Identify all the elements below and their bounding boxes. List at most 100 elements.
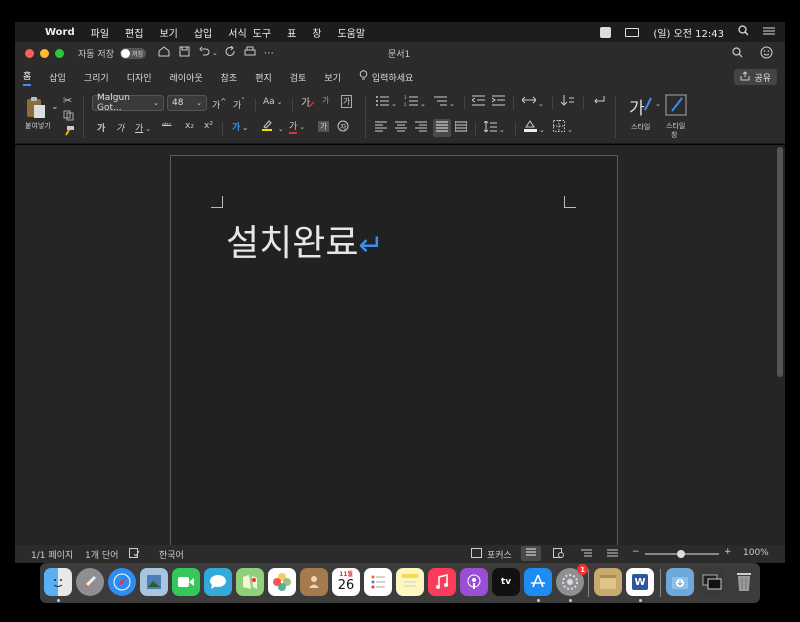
notes-icon[interactable] xyxy=(396,568,424,596)
home-icon[interactable] xyxy=(158,46,170,60)
web-layout-view-icon[interactable] xyxy=(553,548,564,561)
redo-icon[interactable] xyxy=(225,45,236,60)
menu-tools[interactable]: 도구 xyxy=(253,25,271,40)
line-spacing-icon[interactable]: ⌄ xyxy=(483,120,505,135)
menu-help[interactable]: 도움말 xyxy=(337,25,365,40)
shading-icon[interactable]: ⌄ xyxy=(524,120,545,135)
focus-label[interactable]: 포커스 xyxy=(487,548,512,561)
apple-tv-icon[interactable]: tv xyxy=(492,568,520,596)
strikethrough-button[interactable]: ᵃᵇᶜ xyxy=(162,121,172,130)
share-button[interactable]: 공유 xyxy=(734,69,777,85)
save-icon[interactable] xyxy=(179,46,190,60)
menu-edit[interactable]: 편집 xyxy=(125,25,143,40)
decrease-indent-icon[interactable] xyxy=(471,95,485,109)
document-page[interactable]: 설치완료↵ xyxy=(170,155,618,545)
tab-mailings[interactable]: 편지 xyxy=(255,71,272,84)
tab-view[interactable]: 보기 xyxy=(324,71,341,84)
asian-layout-icon[interactable]: ⌄ xyxy=(521,95,544,109)
zoom-slider[interactable] xyxy=(645,550,719,558)
launchpad-icon[interactable] xyxy=(76,568,104,596)
menu-clock[interactable]: (일) 오전 12:43 xyxy=(653,25,724,40)
minimize-window-button[interactable] xyxy=(40,48,49,58)
subscript-button[interactable]: x₂ xyxy=(185,121,194,131)
word-count[interactable]: 1개 단어 xyxy=(85,548,118,561)
tab-home[interactable]: 홈 xyxy=(23,69,32,86)
underline-button[interactable]: 가 ⌄ xyxy=(135,121,151,134)
font-color-button[interactable]: 가 ⌄ xyxy=(289,119,305,134)
control-center-icon[interactable] xyxy=(763,26,775,39)
tab-draw[interactable]: 그리기 xyxy=(84,71,109,84)
document-text[interactable]: 설치완료↵ xyxy=(226,214,384,266)
system-preferences-icon[interactable]: 1 xyxy=(556,564,588,596)
styles-pane-button[interactable]: 스타일 창 xyxy=(665,94,689,140)
grow-font-button[interactable]: 가^ xyxy=(212,97,227,111)
font-size-dropdown[interactable]: 48 ⌄ xyxy=(167,95,207,111)
input-source-icon[interactable] xyxy=(600,26,612,38)
language-indicator[interactable]: 한국어 xyxy=(159,548,184,561)
highlight-color-icon[interactable]: ⌄ xyxy=(261,119,284,134)
more-commands-icon[interactable]: ⋯ xyxy=(264,48,274,59)
facetime-icon[interactable] xyxy=(172,568,200,596)
preview-icon[interactable] xyxy=(140,568,168,596)
increase-indent-icon[interactable] xyxy=(491,95,505,109)
font-name-dropdown[interactable]: Malgun Got... ⌄ xyxy=(92,93,164,113)
page-count[interactable]: 1/1 페이지 xyxy=(31,548,73,561)
undo-dropdown-chevron-icon[interactable]: ⌄ xyxy=(212,49,218,57)
character-shading-button[interactable]: 가 xyxy=(318,121,330,132)
spotlight-search-icon[interactable] xyxy=(738,25,749,39)
tab-design[interactable]: 디자인 xyxy=(127,71,152,84)
tab-layout[interactable]: 레이아웃 xyxy=(170,71,203,84)
copy-icon[interactable] xyxy=(63,110,74,124)
screenshot-folder-icon[interactable] xyxy=(698,568,726,596)
text-effects-icon[interactable]: 가 ⌄ xyxy=(232,120,248,133)
outline-view-icon[interactable] xyxy=(581,548,592,561)
app-store-icon[interactable] xyxy=(524,568,552,596)
enclose-characters-button[interactable]: 가 xyxy=(341,95,353,108)
contacts-icon[interactable] xyxy=(300,568,328,596)
close-window-button[interactable] xyxy=(25,48,34,58)
display-mirror-icon[interactable] xyxy=(625,27,640,37)
superscript-button[interactable]: x² xyxy=(204,121,213,131)
paste-dropdown-chevron-icon[interactable]: ⌄ xyxy=(51,102,59,112)
tab-insert[interactable]: 삽입 xyxy=(49,71,66,84)
tab-review[interactable]: 검토 xyxy=(290,71,307,84)
sort-icon[interactable] xyxy=(560,95,574,109)
tell-me-input[interactable]: 입력하세요 xyxy=(372,71,413,84)
downloads-folder-icon[interactable] xyxy=(666,568,694,596)
bullets-icon[interactable]: ⌄ xyxy=(375,95,397,109)
phonetic-guide-button[interactable]: 가 xyxy=(322,95,329,106)
focus-icon[interactable] xyxy=(471,548,482,561)
format-painter-icon[interactable] xyxy=(63,125,75,139)
clear-formatting-icon[interactable]: 가 xyxy=(301,96,315,112)
maps-icon[interactable] xyxy=(236,568,264,596)
shrink-font-button[interactable]: 가ˇ xyxy=(233,97,245,111)
zoom-slider-thumb[interactable] xyxy=(677,550,685,558)
zoom-level[interactable]: 100% xyxy=(743,548,769,558)
justify-icon[interactable] xyxy=(433,119,451,137)
multilevel-list-icon[interactable]: ⌄ xyxy=(433,95,455,109)
menu-file[interactable]: 파일 xyxy=(91,25,109,40)
undo-icon[interactable] xyxy=(199,46,210,60)
menu-view[interactable]: 보기 xyxy=(159,25,177,40)
paste-button[interactable] xyxy=(25,96,51,122)
align-left-icon[interactable] xyxy=(375,121,387,135)
cut-icon[interactable]: ✂ xyxy=(63,94,72,107)
print-icon[interactable] xyxy=(244,46,256,60)
align-right-icon[interactable] xyxy=(415,121,427,135)
zoom-out-button[interactable]: − xyxy=(632,547,640,557)
styles-button[interactable]: 가 ⌄ 스타일 xyxy=(627,94,661,140)
podcasts-icon[interactable] xyxy=(460,568,488,596)
draft-view-icon[interactable] xyxy=(607,548,618,561)
bold-button[interactable]: 가 xyxy=(97,121,105,134)
borders-icon[interactable]: ⌄ xyxy=(553,120,573,135)
finder-icon[interactable] xyxy=(44,568,72,596)
distributed-icon[interactable] xyxy=(454,121,468,135)
italic-button[interactable]: 가 xyxy=(116,121,124,134)
messages-icon[interactable] xyxy=(204,568,232,596)
menu-format[interactable]: 서식 xyxy=(228,25,246,40)
word-app-icon[interactable]: W xyxy=(626,568,654,596)
calendar-icon[interactable]: 11월 26 xyxy=(332,568,360,596)
enclose-circle-icon[interactable]: 자 xyxy=(337,120,349,135)
search-icon[interactable] xyxy=(732,47,743,61)
safari-icon[interactable] xyxy=(108,568,136,596)
